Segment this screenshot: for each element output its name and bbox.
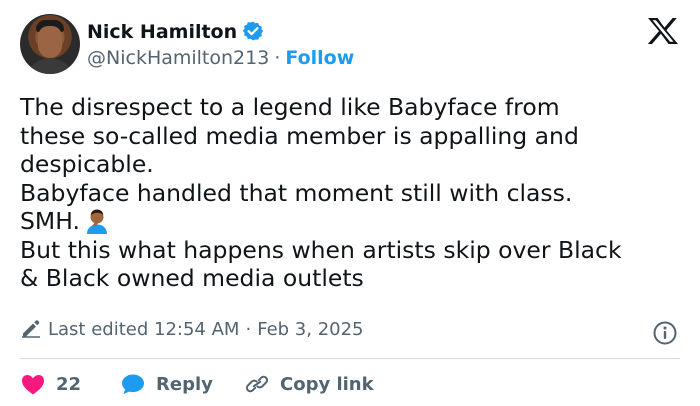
tweet-line: & Black owned media outlets bbox=[20, 264, 364, 292]
tweet-line: The disrespect to a legend like Babyface… bbox=[20, 93, 560, 121]
link-icon bbox=[245, 375, 269, 393]
x-logo-icon[interactable] bbox=[646, 16, 680, 46]
handle-row: @NickHamilton213 · Follow bbox=[87, 46, 354, 70]
edited-label: Last edited bbox=[48, 319, 149, 340]
tweet-card: Nick Hamilton @NickHamilton213 · Follow Th… bbox=[0, 0, 700, 406]
tweet-line: But this what happens when artists skip … bbox=[20, 235, 622, 264]
reply-label: Reply bbox=[156, 373, 213, 395]
copy-link-label: Copy link bbox=[280, 373, 374, 395]
tweet-line: these so-called media member is appallin… bbox=[20, 121, 579, 150]
info-icon[interactable] bbox=[652, 320, 678, 346]
tweet-line: SMH. bbox=[20, 207, 80, 235]
tweet-line-with-emoji: SMH. bbox=[20, 207, 680, 236]
like-button[interactable]: 22 bbox=[20, 370, 81, 398]
tweet-line: Babyface handled that moment still with … bbox=[20, 178, 573, 207]
reply-button[interactable]: Reply bbox=[120, 370, 213, 398]
heart-icon bbox=[22, 375, 44, 395]
tweet-line: despicable. bbox=[20, 150, 154, 178]
author-handle[interactable]: @NickHamilton213 bbox=[87, 47, 269, 69]
tweet-text: The disrespect to a legend like Babyface… bbox=[20, 93, 680, 293]
pencil-icon bbox=[22, 320, 40, 338]
edited-row[interactable]: Last edited 12:54 AM · Feb 3, 2025 bbox=[20, 318, 364, 342]
copy-link-button[interactable]: Copy link bbox=[244, 370, 374, 398]
person-facepalming-emoji-icon bbox=[86, 209, 107, 234]
meta-separator: · bbox=[245, 319, 252, 340]
follow-button[interactable]: Follow bbox=[285, 47, 354, 69]
divider bbox=[20, 358, 680, 359]
post-time[interactable]: 12:54 AM bbox=[154, 319, 239, 340]
reply-bubble-icon bbox=[122, 374, 144, 394]
like-count: 22 bbox=[56, 373, 82, 395]
handle-separator: · bbox=[274, 47, 281, 69]
verified-badge-icon bbox=[242, 21, 264, 41]
author-name[interactable]: Nick Hamilton bbox=[87, 20, 237, 44]
post-date[interactable]: Feb 3, 2025 bbox=[257, 319, 363, 340]
avatar[interactable] bbox=[20, 14, 80, 74]
